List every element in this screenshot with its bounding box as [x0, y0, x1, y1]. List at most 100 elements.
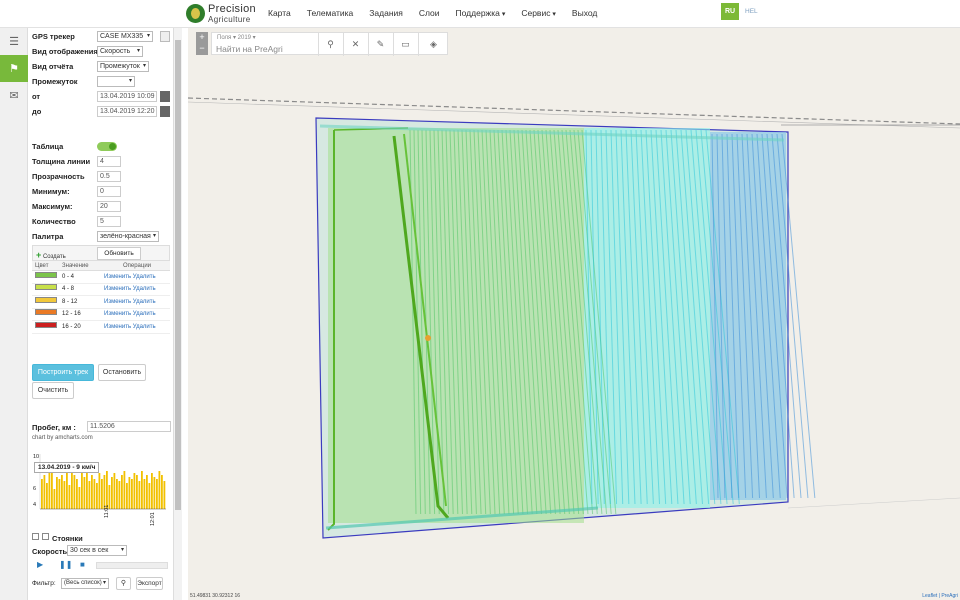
palette-row: 0 - 4 Изменить Удалить — [32, 271, 170, 284]
calendar-icon[interactable] — [160, 106, 170, 117]
user-link[interactable]: HEL — [745, 8, 758, 15]
fields-filter[interactable]: Поля — [217, 35, 231, 41]
speed-label: Скорость — [32, 547, 68, 556]
view-select[interactable]: Скорость — [97, 46, 143, 57]
interval-label: Промежуток — [32, 77, 78, 86]
gps-label: GPS трекер — [32, 32, 75, 41]
to-label: до — [32, 107, 42, 116]
color-swatch — [35, 309, 57, 316]
max-label: Максимум: — [32, 202, 73, 211]
line-width-label: Толщина линии — [32, 157, 91, 166]
stop-button[interactable]: Остановить — [98, 364, 146, 381]
table-toggle[interactable] — [97, 142, 117, 151]
nav-service[interactable]: Сервис — [521, 8, 556, 18]
edit-link[interactable]: Изменить — [104, 272, 131, 282]
speed-select[interactable]: 30 сек в сек — [67, 545, 127, 556]
nav-tasks[interactable]: Задания — [369, 8, 403, 18]
palette-table-header: Цвет Значение Операции — [32, 261, 170, 271]
play-icon[interactable]: ▶ — [37, 560, 43, 569]
update-palette-button[interactable]: Обновить — [97, 247, 141, 260]
delete-link[interactable]: Удалить — [133, 272, 156, 282]
scroll-thumb[interactable] — [175, 40, 181, 510]
palette-row: 12 - 16 Изменить Удалить — [32, 309, 170, 321]
palette-label: Палитра — [32, 232, 64, 241]
y-tick: 10 — [33, 454, 40, 460]
layers-list-icon[interactable]: ☰ — [0, 28, 28, 55]
language-button[interactable]: RU — [721, 3, 739, 20]
interval-select[interactable] — [97, 76, 135, 87]
close-icon[interactable]: ✕ — [343, 33, 367, 56]
year-filter[interactable]: 2019 — [238, 35, 251, 41]
side-icon-bar: ☰ ⚑ ✉ — [0, 28, 28, 600]
nav-map[interactable]: Карта — [268, 8, 291, 18]
build-track-button[interactable]: Построить трек — [32, 364, 94, 381]
color-swatch — [35, 296, 57, 303]
palette-row: 4 - 8 Изменить Удалить — [32, 284, 170, 296]
nav-telematics[interactable]: Телематика — [307, 8, 354, 18]
chart-tooltip: 13.04.2019 - 9 км/ч — [34, 462, 100, 473]
palette-row: 8 - 12 Изменить Удалить — [32, 296, 170, 309]
panel-scrollbar[interactable] — [174, 28, 182, 600]
min-input[interactable]: 0 — [97, 186, 121, 197]
map-canvas[interactable]: + − Поля ▾ 2019 ▾ Найти на PreAgri ⚲ ✕ ✎… — [188, 28, 960, 600]
to-date-input[interactable]: 13.04.2019 12:20 — [97, 106, 157, 117]
from-label: от — [32, 92, 41, 101]
track-flag-icon[interactable]: ⚑ — [0, 55, 28, 82]
search-input[interactable]: Найти на PreAgri — [216, 44, 283, 54]
filter-label: Фильтр: — [32, 580, 56, 587]
search-icon[interactable]: ⚲ — [116, 577, 131, 590]
delete-link[interactable]: Удалить — [133, 322, 156, 332]
edit-icon[interactable] — [160, 31, 170, 42]
ruler-icon[interactable]: ✎ — [368, 33, 392, 56]
map-attribution[interactable]: Leaflet | PreAgri — [922, 593, 958, 599]
playback-progress[interactable] — [96, 562, 168, 569]
range-value: 12 - 16 — [62, 311, 81, 318]
layers-icon[interactable]: ◈ — [418, 33, 448, 56]
add-palette-button[interactable]: + Создать — [36, 250, 66, 260]
edit-link[interactable]: Изменить — [104, 309, 131, 319]
checkbox[interactable] — [32, 533, 39, 540]
stop-icon[interactable]: ■ — [80, 560, 85, 569]
stops-label: Стоянки — [52, 534, 83, 543]
opacity-input[interactable]: 0.5 — [97, 171, 121, 182]
y-tick: 6 — [33, 486, 37, 492]
pause-icon[interactable]: ❚❚ — [59, 560, 72, 569]
chat-icon[interactable]: ✉ — [0, 82, 28, 109]
palette-select[interactable]: зелёно-красная — [97, 231, 159, 242]
stops-checkbox[interactable] — [42, 533, 49, 540]
max-input[interactable]: 20 — [97, 201, 121, 212]
search-icon[interactable]: ⚲ — [318, 33, 342, 56]
folder-icon[interactable]: ▭ — [393, 33, 417, 56]
edit-link[interactable]: Изменить — [104, 297, 131, 307]
x-tick: 12:01 — [150, 512, 156, 526]
from-date-input[interactable]: 13.04.2019 10:09 — [97, 91, 157, 102]
clear-button[interactable]: Очистить — [32, 382, 74, 399]
brand-logo[interactable]: Precision Agriculture — [186, 3, 266, 25]
zoom-in-button[interactable]: + — [196, 32, 208, 43]
calendar-icon[interactable] — [160, 91, 170, 102]
delete-link[interactable]: Удалить — [133, 309, 156, 319]
gps-select[interactable]: CASE MX335 — [97, 31, 153, 42]
y-tick: 4 — [33, 502, 37, 508]
line-width-input[interactable]: 4 — [97, 156, 121, 167]
delete-link[interactable]: Удалить — [133, 284, 156, 294]
logo-icon — [186, 4, 205, 23]
table-label: Таблица — [32, 142, 64, 151]
report-label: Вид отчёта — [32, 62, 74, 71]
x-tick: 11:01 — [104, 504, 110, 518]
edit-link[interactable]: Изменить — [104, 322, 131, 332]
palette-toolbar: + Создать Обновить — [32, 245, 170, 261]
field-track-layer — [188, 97, 960, 539]
nav-layers[interactable]: Слои — [419, 8, 440, 18]
cursor-coordinates: 51.49831 30.92312 16 — [190, 593, 241, 599]
zoom-out-button[interactable]: − — [196, 43, 208, 54]
edit-link[interactable]: Изменить — [104, 284, 131, 294]
filter-select[interactable]: (Весь список) — [61, 578, 109, 589]
export-button[interactable]: Экспорт — [136, 577, 163, 590]
nav-support[interactable]: Поддержка — [456, 8, 506, 18]
delete-link[interactable]: Удалить — [133, 297, 156, 307]
report-select[interactable]: Промежуток — [97, 61, 149, 72]
count-input[interactable]: 5 — [97, 216, 121, 227]
nav-logout[interactable]: Выход — [572, 8, 597, 18]
brand-name: Precision — [208, 3, 256, 15]
